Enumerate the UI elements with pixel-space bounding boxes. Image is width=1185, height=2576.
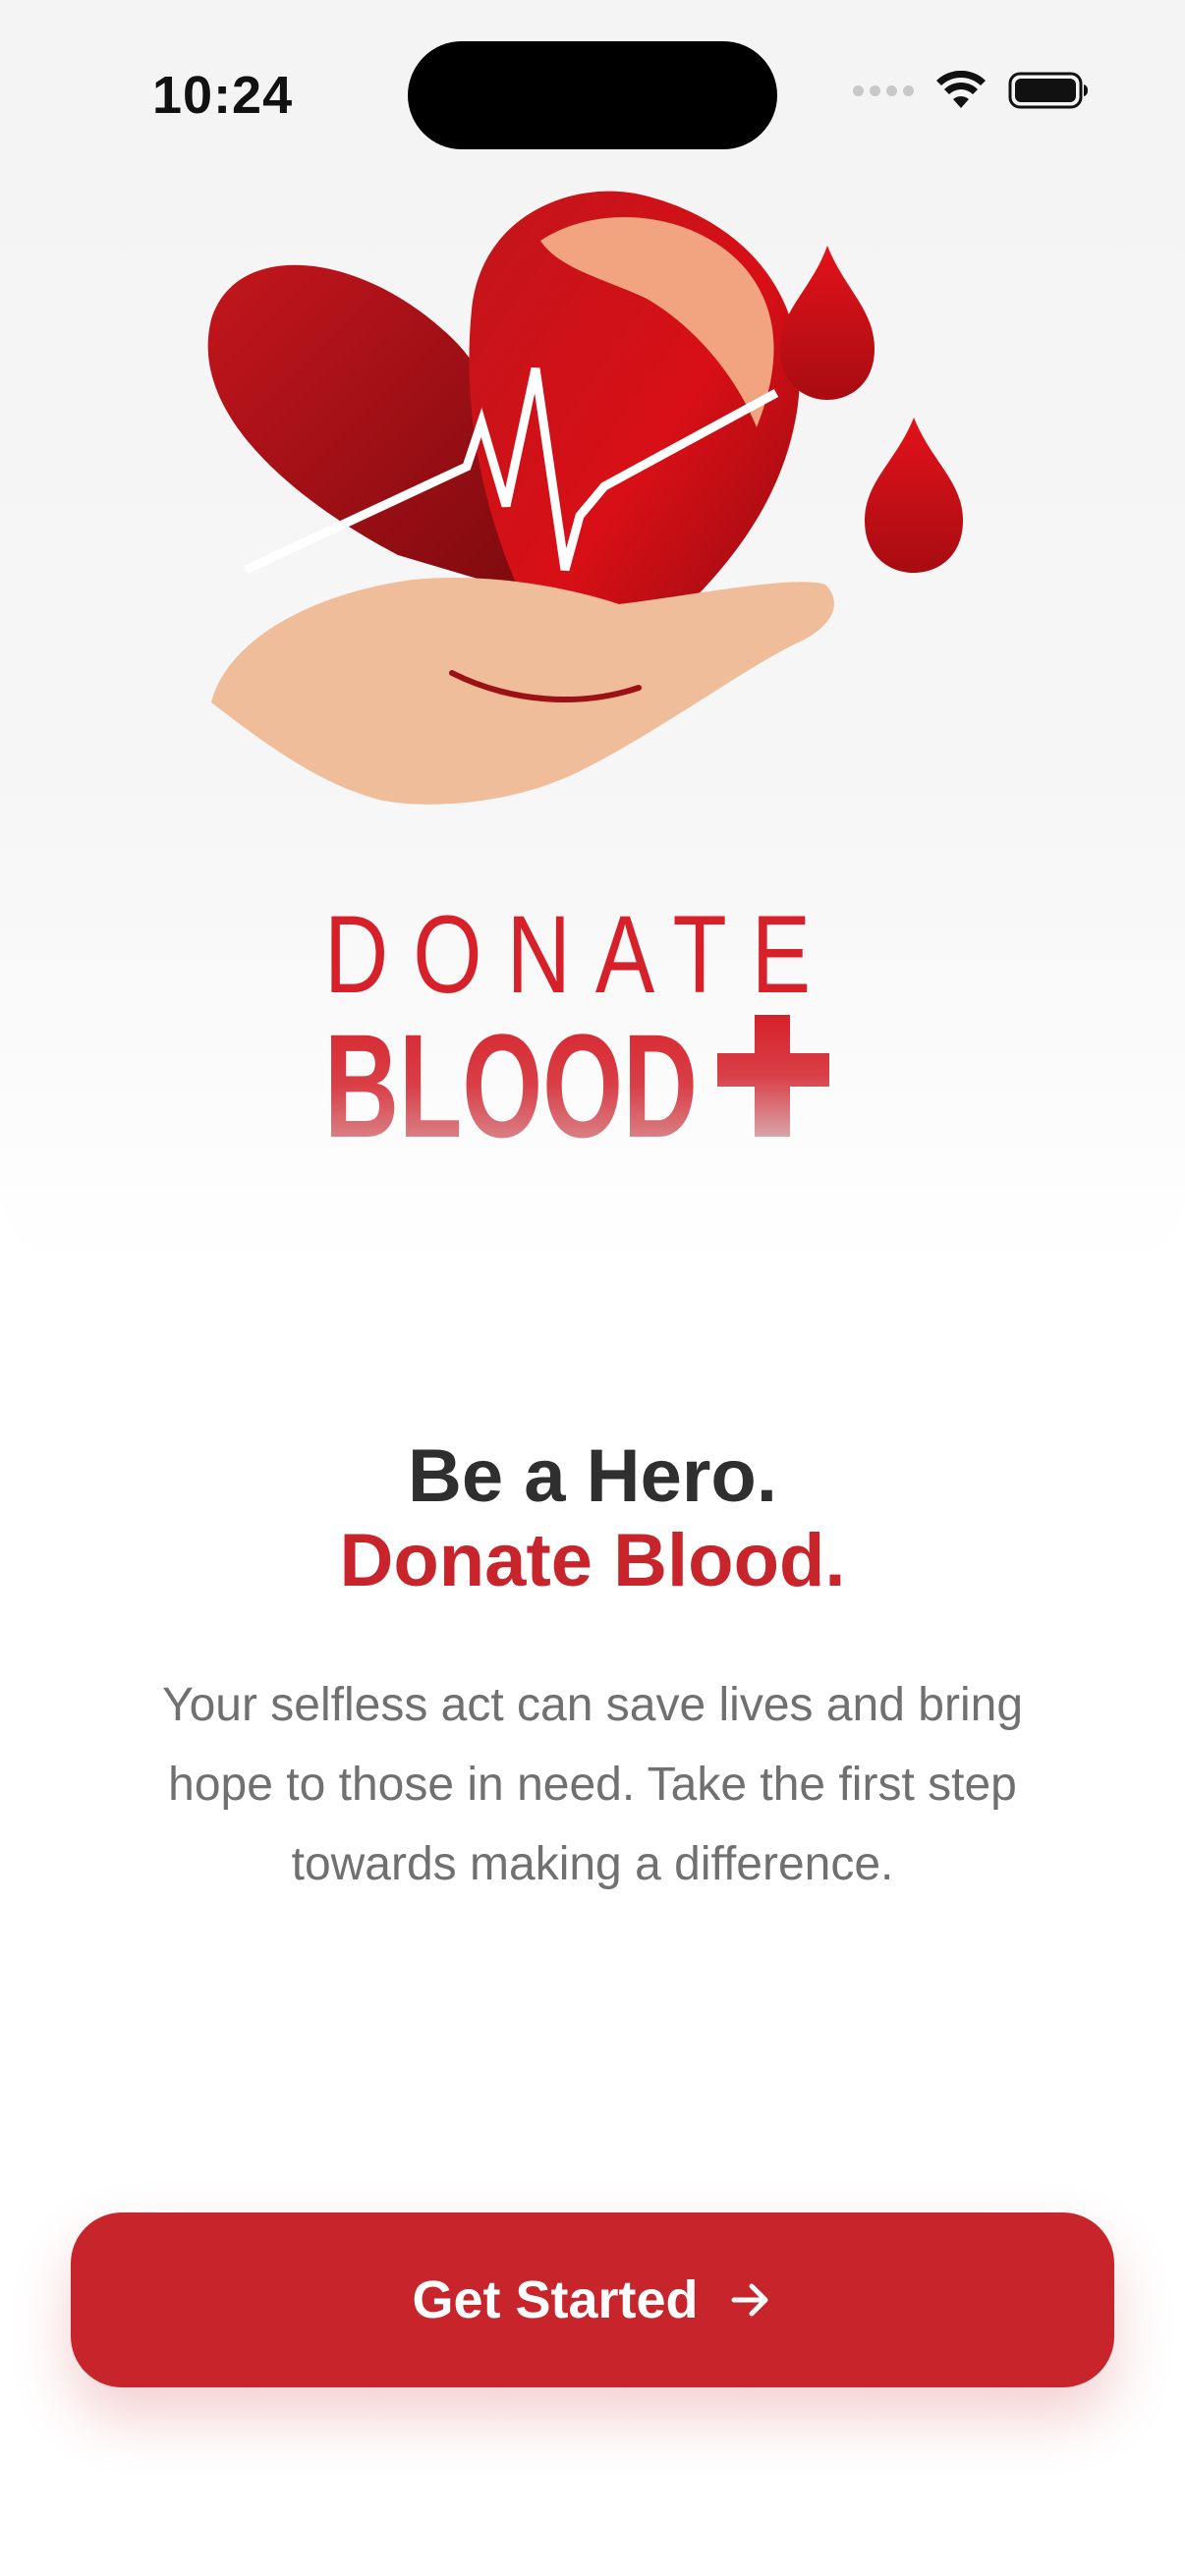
wifi-icon xyxy=(936,71,986,108)
svg-text:BLOOD: BLOOD xyxy=(324,1003,698,1145)
dynamic-island xyxy=(408,41,777,149)
battery-icon xyxy=(1008,72,1088,109)
status-time: 10:24 xyxy=(152,66,294,125)
heart-in-hand-illustration xyxy=(207,191,963,805)
status-bar: 10:24 xyxy=(0,0,1185,187)
onboarding-screen: 10:24 DONATE BLOOD Be a Hero. Donate Blo… xyxy=(0,0,1185,2576)
arrow-right-icon xyxy=(728,2277,773,2323)
get-started-label: Get Started xyxy=(412,2270,699,2329)
donate-blood-logo: DONATE BLOOD xyxy=(324,893,835,1145)
get-started-button[interactable]: Get Started xyxy=(71,2212,1114,2387)
cellular-signal-icon xyxy=(853,84,914,96)
svg-text:DONATE: DONATE xyxy=(324,893,835,1016)
description-line-3: towards making a difference. xyxy=(291,1838,894,1890)
status-icons xyxy=(853,71,1089,110)
headline-line-2: Donate Blood. xyxy=(339,1519,846,1602)
headline: Be a Hero. Donate Blood. xyxy=(0,1434,1185,1603)
description-text: Your selfless act can save lives and bri… xyxy=(118,1665,1067,1904)
description-line-2: hope to those in need. Take the first st… xyxy=(168,1759,1017,1811)
headline-line-1: Be a Hero. xyxy=(408,1434,777,1518)
description-line-1: Your selfless act can save lives and bri… xyxy=(161,1679,1024,1731)
